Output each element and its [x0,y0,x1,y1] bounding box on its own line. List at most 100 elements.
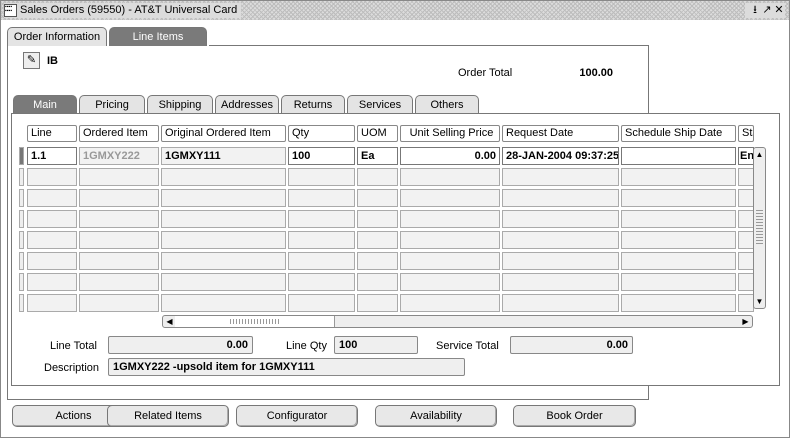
service-total-field[interactable]: 0.00 [510,336,633,354]
scroll-left-icon[interactable]: ◀ [164,316,175,327]
uom-cell[interactable] [357,252,398,270]
uom-cell[interactable] [357,231,398,249]
status-cell[interactable] [738,273,754,291]
scroll-up-icon[interactable]: ▲ [754,149,765,160]
unit-selling-price-cell[interactable] [400,210,500,228]
column-header-ordered-item[interactable]: Ordered Item [79,125,159,142]
schedule-ship-date-cell[interactable] [621,168,736,186]
line-cell[interactable] [27,273,77,291]
scroll-right-icon[interactable]: ▶ [740,316,751,327]
tab-pricing[interactable]: Pricing [79,95,145,114]
uom-cell[interactable]: Ea [357,147,398,165]
original-ordered-item-cell[interactable] [161,210,286,228]
ordered-item-cell[interactable] [79,189,159,207]
column-header-unit-selling-price[interactable]: Unit Selling Price [400,125,500,142]
request-date-cell[interactable] [502,294,619,312]
unit-selling-price-cell[interactable] [400,252,500,270]
schedule-ship-date-cell[interactable] [621,273,736,291]
column-header-original-ordered-item[interactable]: Original Ordered Item [161,125,286,142]
uom-cell[interactable] [357,189,398,207]
request-date-cell[interactable] [502,273,619,291]
status-cell[interactable] [738,189,754,207]
line-total-field[interactable]: 0.00 [108,336,253,354]
qty-cell[interactable] [288,294,355,312]
uom-cell[interactable] [357,294,398,312]
original-ordered-item-cell[interactable] [161,168,286,186]
unit-selling-price-cell[interactable]: 0.00 [400,147,500,165]
scroll-down-icon[interactable]: ▼ [754,296,765,307]
line-cell[interactable]: 1.1 [27,147,77,165]
schedule-ship-date-cell[interactable] [621,252,736,270]
request-date-cell[interactable]: 28-JAN-2004 09:37:25 [502,147,619,165]
ordered-item-cell[interactable]: 1GMXY222 [79,147,159,165]
unit-selling-price-cell[interactable] [400,231,500,249]
schedule-ship-date-cell[interactable] [621,147,736,165]
tab-shipping[interactable]: Shipping [147,95,213,114]
ordered-item-cell[interactable] [79,231,159,249]
unit-selling-price-cell[interactable] [400,273,500,291]
request-date-cell[interactable] [502,231,619,249]
request-date-cell[interactable] [502,168,619,186]
row-selector[interactable] [19,189,24,207]
schedule-ship-date-cell[interactable] [621,210,736,228]
unit-selling-price-cell[interactable] [400,168,500,186]
ordered-item-cell[interactable] [79,168,159,186]
tab-addresses[interactable]: Addresses [215,95,279,114]
qty-cell[interactable] [288,189,355,207]
original-ordered-item-cell[interactable]: 1GMXY111 [161,147,286,165]
qty-cell[interactable] [288,273,355,291]
tab-others[interactable]: Others [415,95,479,114]
original-ordered-item-cell[interactable] [161,231,286,249]
row-selector[interactable] [19,294,24,312]
schedule-ship-date-cell[interactable] [621,231,736,249]
line-cell[interactable] [27,231,77,249]
uom-cell[interactable] [357,210,398,228]
tab-returns[interactable]: Returns [281,95,345,114]
status-cell[interactable] [738,294,754,312]
uom-cell[interactable] [357,168,398,186]
request-date-cell[interactable] [502,210,619,228]
minimize-icon[interactable]: ⭳ [749,3,761,18]
maximize-icon[interactable]: ↗ [761,3,773,18]
tab-main[interactable]: Main [13,95,77,114]
row-selector[interactable] [19,273,24,291]
row-selector[interactable] [19,231,24,249]
ib-button[interactable]: ✎ [23,52,40,69]
title-bar[interactable]: ▪▪▪▪ ▪▪▪▪ Sales Orders (59550) - AT&T Univ… [1,1,789,20]
ordered-item-cell[interactable] [79,210,159,228]
column-header-line[interactable]: Line [27,125,77,142]
book-order-button[interactable]: Book Order [513,405,636,427]
line-qty-field[interactable]: 100 [334,336,418,354]
availability-button[interactable]: Availability [375,405,497,427]
column-header-schedule-ship-date[interactable]: Schedule Ship Date [621,125,736,142]
row-selector[interactable] [19,252,24,270]
status-cell[interactable] [738,168,754,186]
related-items-button[interactable]: Related Items [107,405,229,427]
tab-order-information[interactable]: Order Information [7,27,107,46]
horizontal-scrollbar[interactable]: ◀ ▶ [162,315,753,328]
row-selector[interactable] [19,168,24,186]
line-cell[interactable] [27,210,77,228]
line-cell[interactable] [27,189,77,207]
uom-cell[interactable] [357,273,398,291]
column-header-uom[interactable]: UOM [357,125,398,142]
original-ordered-item-cell[interactable] [161,273,286,291]
qty-cell[interactable] [288,231,355,249]
original-ordered-item-cell[interactable] [161,294,286,312]
description-field[interactable]: 1GMXY222 -upsold item for 1GMXY111 [108,358,465,376]
schedule-ship-date-cell[interactable] [621,294,736,312]
column-header-status[interactable]: Sta [738,125,754,142]
tab-line-items[interactable]: Line Items [109,27,207,46]
vertical-scrollbar[interactable]: ▲ ▼ [753,147,766,309]
scroll-thumb-grip[interactable] [756,208,763,244]
unit-selling-price-cell[interactable] [400,189,500,207]
line-cell[interactable] [27,168,77,186]
request-date-cell[interactable] [502,252,619,270]
line-cell[interactable] [27,252,77,270]
ordered-item-cell[interactable] [79,273,159,291]
ordered-item-cell[interactable] [79,252,159,270]
schedule-ship-date-cell[interactable] [621,189,736,207]
configurator-button[interactable]: Configurator [236,405,358,427]
column-header-qty[interactable]: Qty [288,125,355,142]
request-date-cell[interactable] [502,189,619,207]
